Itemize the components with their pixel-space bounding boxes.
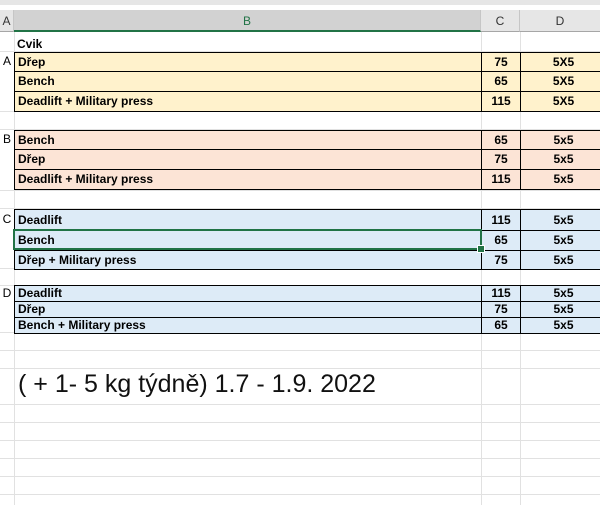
weight-cell[interactable]: 115 xyxy=(481,285,521,302)
sets-cell[interactable]: 5x5 xyxy=(520,149,600,170)
weight-cell[interactable]: 115 xyxy=(481,91,521,112)
weight-cell[interactable]: 65 xyxy=(481,71,521,92)
weight-cell[interactable]: 115 xyxy=(481,169,521,190)
weight-cell[interactable]: 115 xyxy=(481,209,521,231)
gridline xyxy=(0,422,600,423)
gridline xyxy=(0,458,600,459)
header-cvik[interactable]: Cvik xyxy=(17,36,42,52)
sets-cell[interactable]: 5x5 xyxy=(520,130,600,150)
sets-cell[interactable]: 5x5 xyxy=(520,285,600,302)
group-label[interactable]: C xyxy=(0,209,14,230)
cell-selection[interactable] xyxy=(13,229,482,250)
fill-handle[interactable] xyxy=(477,245,485,253)
gridline xyxy=(0,190,600,191)
exercise-cell[interactable]: Bench xyxy=(14,130,482,150)
exercise-cell[interactable]: Bench xyxy=(14,71,482,92)
exercise-cell[interactable]: Dřep xyxy=(14,301,482,318)
gridline xyxy=(0,494,600,495)
sets-cell[interactable]: 5x5 xyxy=(520,301,600,318)
weight-cell[interactable]: 75 xyxy=(481,250,521,270)
weight-cell[interactable]: 65 xyxy=(481,230,521,251)
group-label[interactable]: D xyxy=(0,285,14,301)
sets-cell[interactable]: 5x5 xyxy=(520,230,600,251)
date-range-note[interactable]: ( + 1- 5 kg týdně) 1.7 - 1.9. 2022 xyxy=(18,370,376,399)
weight-cell[interactable]: 75 xyxy=(481,52,521,72)
group-label[interactable]: A xyxy=(0,52,14,71)
exercise-cell[interactable]: Deadlift xyxy=(14,285,482,302)
exercise-cell[interactable]: Deadlift xyxy=(14,209,482,231)
weight-cell[interactable]: 65 xyxy=(481,130,521,150)
gridline xyxy=(0,368,600,369)
exercise-cell[interactable]: Deadlift + Military press xyxy=(14,169,482,190)
sets-cell[interactable]: 5x5 xyxy=(520,169,600,190)
gridline xyxy=(0,440,600,441)
column-header-b[interactable]: B xyxy=(14,10,481,32)
sets-cell[interactable]: 5X5 xyxy=(520,52,600,72)
gridline xyxy=(0,350,600,351)
group-label[interactable]: B xyxy=(0,130,14,149)
gridline xyxy=(0,476,600,477)
column-header-a[interactable]: A xyxy=(0,10,14,32)
sets-cell[interactable]: 5X5 xyxy=(520,71,600,92)
weight-cell[interactable]: 75 xyxy=(481,301,521,318)
exercise-cell[interactable]: Dřep + Military press xyxy=(14,250,482,270)
exercise-cell[interactable]: Dřep xyxy=(14,52,482,72)
exercise-cell[interactable]: Deadlift + Military press xyxy=(14,91,482,112)
spreadsheet: A B C D Cvik A Dřep 75 5X5 Bench 65 5X5 Deadlif… xyxy=(0,0,600,505)
exercise-cell[interactable]: Dřep xyxy=(14,149,482,170)
column-header-d[interactable]: D xyxy=(520,10,600,32)
exercise-cell[interactable]: Bench + Military press xyxy=(14,317,482,334)
sets-cell[interactable]: 5x5 xyxy=(520,209,600,231)
weight-cell[interactable]: 75 xyxy=(481,149,521,170)
gridline xyxy=(0,404,600,405)
sets-cell[interactable]: 5x5 xyxy=(520,317,600,334)
sets-cell[interactable]: 5X5 xyxy=(520,91,600,112)
sets-cell[interactable]: 5x5 xyxy=(520,250,600,270)
column-header-c[interactable]: C xyxy=(481,10,520,32)
top-strip xyxy=(0,0,600,5)
weight-cell[interactable]: 65 xyxy=(481,317,521,334)
